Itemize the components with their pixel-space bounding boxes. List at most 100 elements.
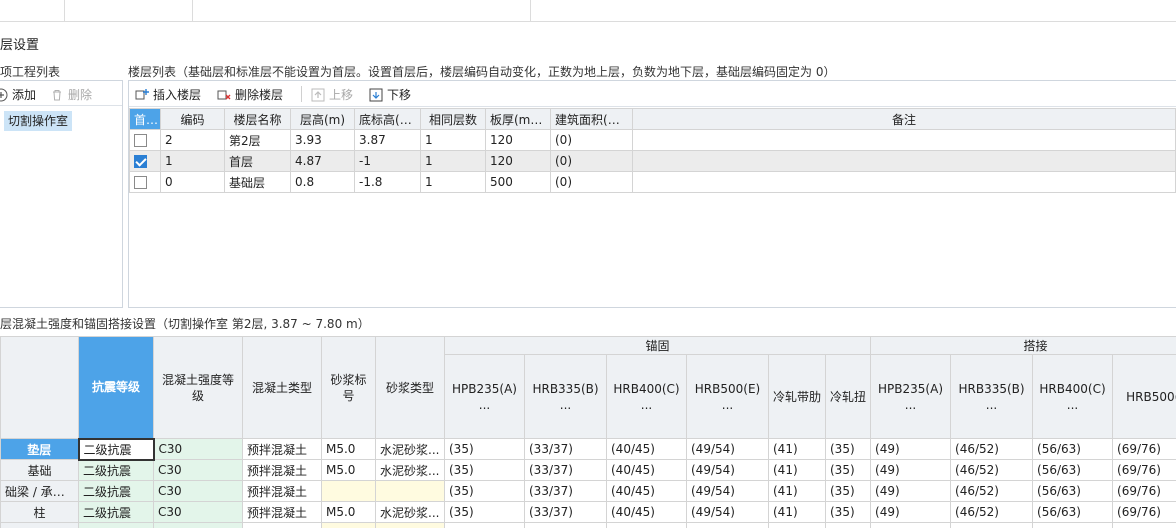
anchor-cell[interactable]: (33/37) <box>524 438 607 460</box>
area-cell[interactable]: (0) <box>550 171 633 193</box>
col-anchor-hrb400[interactable]: HRB400(C) ... <box>606 354 687 439</box>
col-lap-hrb400[interactable]: HRB400(C) ... <box>1032 354 1114 439</box>
col-code[interactable]: 编码 <box>160 108 225 130</box>
col-slab-thickness[interactable]: 板厚(mm) <box>485 108 551 130</box>
lap-cell[interactable] <box>1112 522 1176 528</box>
lap-cell[interactable] <box>950 522 1034 528</box>
first-floor-checkbox[interactable] <box>134 176 147 189</box>
strength-cell[interactable]: C30 <box>153 459 243 481</box>
delete-button[interactable]: 删除 <box>50 86 92 103</box>
table-row[interactable]: 基础 二级抗震 C30 预拌混凝土 M5.0 水泥砂浆... (35) (33/… <box>0 459 1176 481</box>
seismic-cell[interactable]: 二级抗震 <box>78 480 154 502</box>
strength-cell[interactable]: C30 <box>153 480 243 502</box>
strength-cell[interactable] <box>153 522 243 528</box>
mortar-grade-cell[interactable] <box>321 522 376 528</box>
table-row[interactable]: 1 首层 4.87 -1 1 120 (0) <box>129 150 1176 172</box>
note-cell[interactable] <box>632 129 1176 151</box>
col-lap-hpb235[interactable]: HPB235(A) ... <box>870 354 952 439</box>
move-up-button[interactable]: 上移 <box>311 86 353 103</box>
col-concrete-type[interactable]: 混凝土类型 <box>242 336 322 439</box>
concrete-type-cell[interactable]: 预拌混凝土 <box>242 480 322 502</box>
first-floor-cell[interactable] <box>129 150 161 172</box>
lap-cell[interactable]: (69/76) <box>1112 459 1176 481</box>
anchor-cell[interactable] <box>824 522 872 528</box>
col-lap-hrb500[interactable]: HRB500(E <box>1112 354 1176 439</box>
anchor-cell[interactable]: (40/45) <box>606 438 687 460</box>
same-cell[interactable]: 1 <box>420 129 486 151</box>
table-row[interactable]: 0 基础层 0.8 -1.8 1 500 (0) <box>129 171 1176 193</box>
anchor-cell[interactable]: (49/54) <box>686 438 769 460</box>
col-anchor-hpb235[interactable]: HPB235(A) ... <box>444 354 525 439</box>
anchor-cell[interactable] <box>768 522 826 528</box>
col-anchor-hrb335[interactable]: HRB335(B) ... <box>524 354 607 439</box>
mortar-grade-cell[interactable] <box>321 480 376 502</box>
concrete-type-cell[interactable]: 预拌混凝土 <box>242 438 322 460</box>
anchor-cell[interactable]: (35) <box>444 459 525 481</box>
lap-cell[interactable]: (56/63) <box>1032 501 1114 523</box>
project-item[interactable]: 切割操作室 <box>4 111 73 131</box>
first-floor-cell[interactable] <box>129 129 161 151</box>
mortar-grade-cell[interactable]: M5.0 <box>321 438 376 460</box>
mortar-type-cell[interactable]: 水泥砂浆... <box>375 459 445 481</box>
lap-cell[interactable]: (56/63) <box>1032 480 1114 502</box>
bottom-cell[interactable]: -1.8 <box>354 171 421 193</box>
same-cell[interactable]: 1 <box>420 171 486 193</box>
concrete-type-cell[interactable]: 预拌混凝土 <box>242 459 322 481</box>
lap-cell[interactable]: (69/76) <box>1112 501 1176 523</box>
code-cell[interactable]: 1 <box>160 150 225 172</box>
lap-cell[interactable]: (49) <box>870 501 952 523</box>
anchor-cell[interactable]: (33/37) <box>524 459 607 481</box>
anchor-cell[interactable]: (35) <box>444 438 525 460</box>
anchor-cell[interactable] <box>444 522 525 528</box>
row-label[interactable]: 基础 <box>0 459 79 481</box>
bottom-cell[interactable]: 3.87 <box>354 129 421 151</box>
strength-cell[interactable]: C30 <box>153 438 243 460</box>
add-button[interactable]: 添加 <box>0 86 36 103</box>
slab-cell[interactable]: 120 <box>485 129 551 151</box>
lap-cell[interactable]: (49) <box>870 480 952 502</box>
seismic-cell[interactable]: 二级抗震 <box>78 501 154 523</box>
code-cell[interactable]: 0 <box>160 171 225 193</box>
strength-cell[interactable]: C30 <box>153 501 243 523</box>
move-down-button[interactable]: 下移 <box>369 86 411 103</box>
area-cell[interactable]: (0) <box>550 150 633 172</box>
lap-cell[interactable]: (69/76) <box>1112 438 1176 460</box>
anchor-cell[interactable]: (35) <box>824 501 872 523</box>
first-floor-checkbox[interactable] <box>134 155 147 168</box>
col-first-floor[interactable]: 首层 <box>129 108 161 130</box>
lap-cell[interactable] <box>1032 522 1114 528</box>
slab-cell[interactable]: 500 <box>485 171 551 193</box>
anchor-cell[interactable] <box>686 522 769 528</box>
lap-cell[interactable]: (49) <box>870 459 952 481</box>
anchor-cell[interactable]: (35) <box>444 480 525 502</box>
table-row[interactable]: 垫层 二级抗震 C30 预拌混凝土 M5.0 水泥砂浆... (35) (33/… <box>0 437 1176 461</box>
lap-cell[interactable]: (56/63) <box>1032 459 1114 481</box>
anchor-cell[interactable]: (49/54) <box>686 459 769 481</box>
seismic-cell[interactable] <box>78 522 154 528</box>
anchor-cell[interactable]: (35) <box>824 459 872 481</box>
col-floor-height[interactable]: 层高(m) <box>290 108 355 130</box>
anchor-cell[interactable]: (35) <box>824 480 872 502</box>
col-anchor-hrb500[interactable]: HRB500(E) ... <box>686 354 769 439</box>
anchor-cell[interactable]: (41) <box>768 480 826 502</box>
lap-cell[interactable]: (46/52) <box>950 480 1034 502</box>
mortar-type-cell[interactable] <box>375 522 445 528</box>
anchor-cell[interactable]: (49/54) <box>686 501 769 523</box>
mortar-type-cell[interactable]: 水泥砂浆... <box>375 438 445 460</box>
col-mortar-type[interactable]: 砂浆类型 <box>375 336 445 439</box>
first-floor-cell[interactable] <box>129 171 161 193</box>
table-row[interactable]: 柱 二级抗震 C30 预拌混凝土 M5.0 水泥砂浆... (35) (33/3… <box>0 501 1176 523</box>
code-cell[interactable]: 2 <box>160 129 225 151</box>
area-cell[interactable]: (0) <box>550 129 633 151</box>
floor-name-cell[interactable]: 首层 <box>224 150 291 172</box>
mortar-grade-cell[interactable]: M5.0 <box>321 501 376 523</box>
insert-floor-button[interactable]: 插入楼层 <box>135 86 201 103</box>
col-mortar-grade[interactable]: 砂浆标号 <box>321 336 376 439</box>
col-anchor-cold-twisted[interactable]: 冷轧扭 <box>824 354 872 439</box>
col-bottom-elev[interactable]: 底标高(m) <box>354 108 421 130</box>
note-cell[interactable] <box>632 171 1176 193</box>
lap-cell[interactable] <box>870 522 952 528</box>
table-row[interactable]: 础梁 / 承台梁 二级抗震 C30 预拌混凝土 (35) (33/37) (40… <box>0 480 1176 502</box>
lap-cell[interactable]: (69/76) <box>1112 480 1176 502</box>
anchor-cell[interactable] <box>524 522 607 528</box>
